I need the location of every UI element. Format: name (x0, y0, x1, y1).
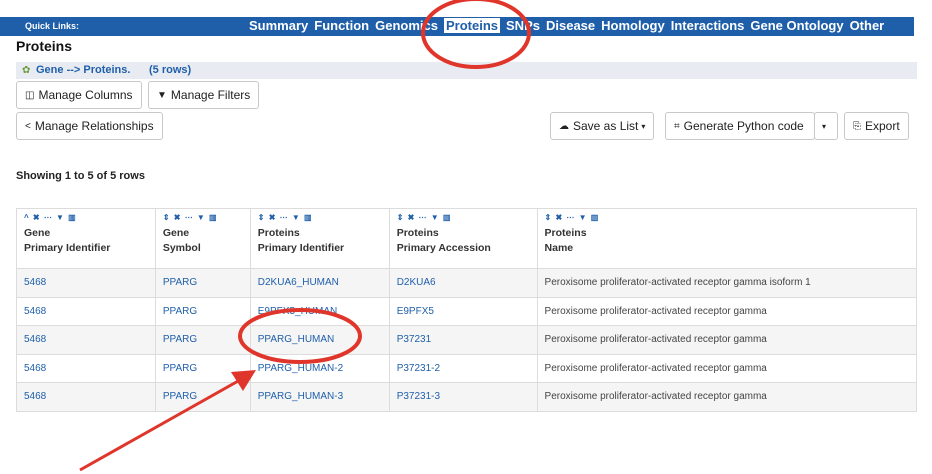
column-header-line1: Proteins (257, 227, 300, 239)
row-count-summary: Showing 1 to 5 of 5 rows (16, 170, 145, 182)
protein-name-cell: Peroxisome proliferator-activated recept… (536, 353, 918, 383)
column-header-line1: Gene (162, 227, 190, 239)
generate-code-button[interactable]: ⌗ Generate Python code (665, 112, 815, 140)
filter-icon: ▼ (157, 89, 167, 101)
column-header-line2: Primary Identifier (257, 242, 345, 254)
manage-columns-button[interactable]: ◫ Manage Columns (16, 81, 142, 109)
gene-symbol-cell[interactable]: PPARG (154, 325, 251, 355)
manage-relationships-label: Manage Relationships (34, 119, 154, 133)
protein-accession-cell[interactable]: P37231 (388, 325, 538, 355)
quick-link-snps[interactable]: SNPs (506, 18, 540, 33)
column-controls[interactable]: ⇕ ✖ ⋯ ▼ ▥ (397, 213, 530, 222)
protein-id-cell[interactable]: PPARG_HUMAN-3 (249, 382, 390, 412)
table-row: 5468 PPARG E9PFX5_HUMAN E9PFX5 Peroxisom… (16, 296, 918, 326)
table-row: 5468 PPARG D2KUA6_HUMAN D2KUA6 Peroxisom… (16, 268, 918, 298)
manage-relationships-button[interactable]: < Manage Relationships (16, 112, 163, 140)
protein-name-cell: Peroxisome proliferator-activated recept… (536, 382, 918, 412)
gene-id-cell[interactable]: 5468 (16, 296, 156, 326)
quick-link-function[interactable]: Function (314, 18, 369, 33)
gene-id-cell[interactable]: 5468 (16, 325, 156, 355)
column-controls[interactable]: ⇕ ✖ ⋯ ▼ ▥ (258, 213, 382, 222)
quick-links-label: Quick Links: (25, 21, 80, 31)
gene-symbol-cell[interactable]: PPARG (154, 268, 251, 298)
column-header[interactable]: ⇕ ✖ ⋯ ▼ ▥ Proteins Primary Accession (388, 208, 538, 269)
results-table: ^ ✖ ⋯ ▼ ▥ Gene Primary Identifier ⇕ ✖ ⋯ … (16, 208, 918, 412)
gene-symbol-cell[interactable]: PPARG (154, 353, 251, 383)
quick-link-genomics[interactable]: Genomics (375, 18, 438, 33)
quick-link-disease[interactable]: Disease (546, 18, 595, 33)
column-header-line2: Primary Identifier (24, 242, 111, 254)
column-header[interactable]: ⇕ ✖ ⋯ ▼ ▥ Proteins Primary Identifier (249, 208, 390, 269)
table-row: 5468 PPARG PPARG_HUMAN-3 P37231-3 Peroxi… (16, 382, 918, 412)
table-row: 5468 PPARG PPARG_HUMAN-2 P37231-2 Peroxi… (16, 353, 918, 383)
breadcrumb-row-count: (5 rows) (149, 64, 192, 76)
manage-filters-button[interactable]: ▼ Manage Filters (148, 81, 260, 109)
quick-link-proteins[interactable]: Proteins (444, 18, 501, 33)
gene-id-cell[interactable]: 5468 (16, 268, 156, 298)
protein-id-cell[interactable]: E9PFX5_HUMAN (249, 296, 390, 326)
protein-name-cell: Peroxisome proliferator-activated recept… (536, 296, 918, 326)
column-controls[interactable]: ⇕ ✖ ⋯ ▼ ▥ (163, 213, 243, 222)
protein-accession-cell[interactable]: E9PFX5 (388, 296, 538, 326)
generate-code-label: Generate Python code (683, 119, 804, 133)
protein-id-cell[interactable]: D2KUA6_HUMAN (249, 268, 390, 298)
share-icon: < (25, 120, 31, 132)
page-title: Proteins (16, 38, 73, 54)
export-button[interactable]: ⎘ Export (844, 112, 909, 140)
column-header-line1: Gene (24, 227, 51, 239)
gene-id-cell[interactable]: 5468 (16, 353, 156, 383)
column-controls[interactable]: ⇕ ✖ ⋯ ▼ ▥ (545, 213, 909, 222)
code-language-dropdown[interactable]: ▾ (814, 112, 838, 140)
quick-link-homology[interactable]: Homology (601, 18, 665, 33)
column-header[interactable]: ⇕ ✖ ⋯ ▼ ▥ Gene Symbol (154, 208, 251, 269)
code-icon: ⌗ (674, 120, 680, 132)
gear-icon: ✿ (22, 65, 31, 76)
columns-icon: ◫ (25, 89, 35, 101)
table-row: 5468 PPARG PPARG_HUMAN P37231 Peroxisome… (16, 325, 918, 355)
export-label: Export (865, 119, 900, 133)
column-header-line1: Proteins (396, 227, 439, 239)
manage-columns-label: Manage Columns (38, 88, 133, 102)
chevron-down-icon: ▾ (641, 121, 646, 131)
cloud-icon: ☁ (559, 120, 569, 132)
column-header-line2: Symbol (162, 242, 201, 254)
protein-accession-cell[interactable]: P37231-2 (388, 353, 538, 383)
quick-link-gene-ontology[interactable]: Gene Ontology (750, 18, 843, 33)
breadcrumb-path[interactable]: Gene --> Proteins. (36, 64, 130, 76)
quick-link-other[interactable]: Other (850, 18, 885, 33)
quick-link-interactions[interactable]: Interactions (671, 18, 745, 33)
save-as-list-button[interactable]: ☁ Save as List ▾ (550, 112, 655, 140)
column-header[interactable]: ⇕ ✖ ⋯ ▼ ▥ Proteins Name (536, 208, 918, 269)
protein-id-cell[interactable]: PPARG_HUMAN (249, 325, 390, 355)
quick-links-bar: Quick Links: Summary Function Genomics P… (0, 17, 914, 36)
protein-name-cell: Peroxisome proliferator-activated recept… (536, 268, 918, 298)
column-header[interactable]: ^ ✖ ⋯ ▼ ▥ Gene Primary Identifier (16, 208, 156, 269)
quick-link-summary[interactable]: Summary (249, 18, 308, 33)
gene-symbol-cell[interactable]: PPARG (154, 296, 251, 326)
gene-symbol-cell[interactable]: PPARG (154, 382, 251, 412)
export-icon: ⎘ (853, 120, 861, 132)
manage-filters-label: Manage Filters (170, 88, 251, 102)
chevron-down-icon: ▾ (822, 121, 827, 131)
breadcrumb: ✿ Gene --> Proteins. (5 rows) (16, 62, 917, 79)
protein-accession-cell[interactable]: D2KUA6 (388, 268, 538, 298)
column-header-line2: Name (544, 242, 574, 254)
column-controls[interactable]: ^ ✖ ⋯ ▼ ▥ (24, 213, 148, 222)
column-header-line1: Proteins (544, 227, 587, 239)
gene-id-cell[interactable]: 5468 (16, 382, 156, 412)
protein-accession-cell[interactable]: P37231-3 (388, 382, 538, 412)
protein-name-cell: Peroxisome proliferator-activated recept… (536, 325, 918, 355)
save-as-list-label: Save as List (573, 119, 639, 133)
column-header-line2: Primary Accession (396, 242, 491, 254)
protein-id-cell[interactable]: PPARG_HUMAN-2 (249, 353, 390, 383)
quick-links: Summary Function Genomics Proteins SNPs … (249, 18, 890, 33)
